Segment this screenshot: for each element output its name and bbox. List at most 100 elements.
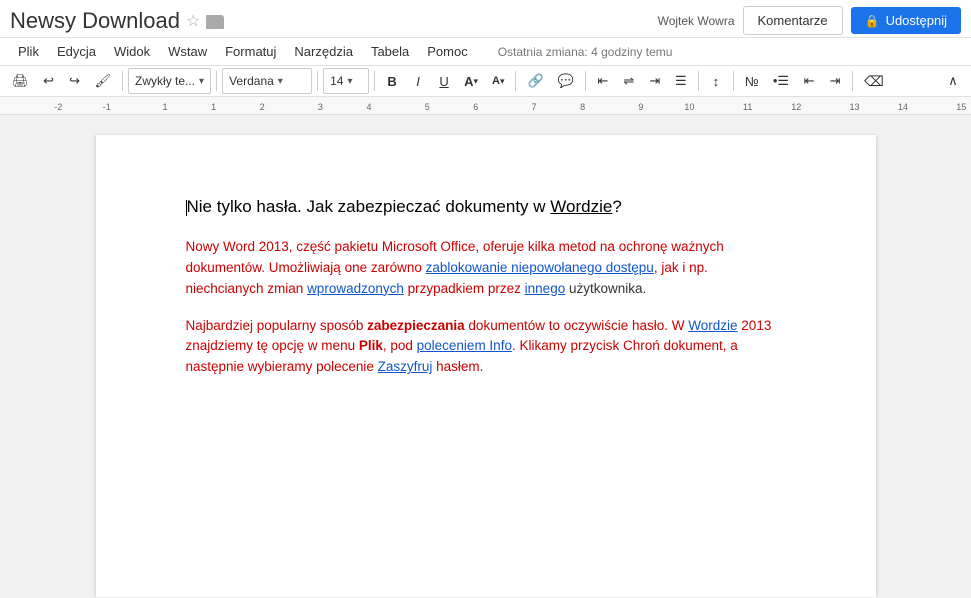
- share-button[interactable]: 🔒 Udostępnij: [851, 7, 961, 34]
- link-button[interactable]: 🔗: [521, 68, 549, 94]
- ruler-mark: -1: [103, 102, 111, 112]
- separator-1: [122, 71, 123, 91]
- separator-7: [698, 71, 699, 91]
- separator-3: [317, 71, 318, 91]
- comment-button[interactable]: 💬: [552, 68, 580, 94]
- para2-link-zaszyfruj[interactable]: Zaszyfruj: [378, 359, 433, 374]
- menu-formatuj[interactable]: Formatuj: [217, 40, 284, 63]
- highlight-button[interactable]: A ▾: [486, 68, 510, 94]
- menu-narzedzia[interactable]: Narzędzia: [286, 40, 361, 63]
- font-label: Verdana: [229, 74, 274, 88]
- align-left-button[interactable]: ⇤: [591, 68, 615, 94]
- ruler-mark: -2: [54, 102, 62, 112]
- bullet-list-button[interactable]: •☰: [767, 68, 795, 94]
- last-saved-status: Ostatnia zmiana: 4 godziny temu: [498, 45, 673, 59]
- para2-link-wordzie[interactable]: Wordzie: [688, 318, 737, 333]
- separator-9: [852, 71, 853, 91]
- ruler-mark: 11: [743, 102, 752, 112]
- ruler-mark: 2: [260, 102, 265, 112]
- ruler-mark: 5: [425, 102, 430, 112]
- highlight-dropdown-arrow: ▾: [500, 76, 505, 87]
- paragraph-2: Najbardziej popularny sposób zabezpiecza…: [186, 316, 786, 379]
- toolbar-collapse-button[interactable]: ∧: [941, 68, 965, 94]
- ruler: -2 -1 1 1 2 3 4 5 6 7 8 9 10 11 12 13 14…: [0, 97, 971, 115]
- text-color-icon: A: [464, 74, 473, 89]
- ruler-mark: 13: [849, 102, 859, 112]
- toolbar: 🖨 ↩ ↪ 🖌 Zwykły te... ▾ Verdana ▾ 14 ▾ B …: [0, 66, 971, 97]
- comments-button[interactable]: Komentarze: [743, 6, 843, 35]
- numbered-list-button[interactable]: №: [739, 68, 765, 94]
- text-cursor: [186, 200, 187, 216]
- document-page[interactable]: Nie tylko hasła. Jak zabezpieczać dokume…: [96, 135, 876, 597]
- para2-bold-zabezpieczania: zabezpieczania: [367, 318, 465, 333]
- ruler-mark: 12: [791, 102, 801, 112]
- line-spacing-button[interactable]: ↕: [704, 68, 728, 94]
- justify-button[interactable]: ☰: [669, 68, 693, 94]
- menu-tabela[interactable]: Tabela: [363, 40, 417, 63]
- print-button[interactable]: 🖨: [6, 68, 35, 94]
- ruler-mark: 14: [898, 102, 908, 112]
- paragraph-1: Nowy Word 2013, część pakietu Microsoft …: [186, 237, 786, 300]
- document-heading: Nie tylko hasła. Jak zabezpieczać dokume…: [186, 195, 786, 219]
- ruler-mark: 6: [473, 102, 478, 112]
- style-dropdown[interactable]: Zwykły te... ▾: [128, 68, 211, 94]
- text-color-button[interactable]: A ▾: [458, 68, 484, 94]
- undo-button[interactable]: ↩: [37, 68, 61, 94]
- bold-button[interactable]: B: [380, 68, 404, 94]
- menu-wstaw[interactable]: Wstaw: [160, 40, 215, 63]
- italic-button[interactable]: I: [406, 68, 430, 94]
- menu-plik[interactable]: Plik: [10, 40, 47, 63]
- increase-indent-button[interactable]: ⇥: [823, 68, 847, 94]
- ruler-mark: 1: [211, 102, 216, 112]
- para1-link-zablokowanie[interactable]: zablokowanie niepowołanego dostępu: [426, 260, 654, 275]
- separator-6: [585, 71, 586, 91]
- para1-link-innego[interactable]: innego: [525, 281, 566, 296]
- ruler-mark: 1: [163, 102, 168, 112]
- ruler-mark: 3: [318, 102, 323, 112]
- ruler-mark: 4: [366, 102, 371, 112]
- fontsize-dropdown-arrow: ▾: [347, 76, 352, 87]
- para2-red-start: Najbardziej popularny sposób zabezpiecza…: [186, 318, 772, 375]
- font-dropdown[interactable]: Verdana ▾: [222, 68, 312, 94]
- user-name: Wojtek Wowra: [658, 14, 735, 28]
- menu-bar: Plik Edycja Widok Wstaw Formatuj Narzędz…: [0, 38, 971, 66]
- text-color-dropdown-arrow: ▾: [473, 76, 478, 87]
- star-icon[interactable]: ☆: [186, 11, 200, 31]
- clear-formatting-button[interactable]: ⌫: [858, 68, 890, 94]
- ruler-mark: 9: [638, 102, 643, 112]
- redo-button[interactable]: ↪: [63, 68, 87, 94]
- menu-edycja[interactable]: Edycja: [49, 40, 104, 63]
- align-center-button[interactable]: ⇌: [617, 68, 641, 94]
- paint-format-button[interactable]: 🖌: [89, 68, 118, 94]
- highlight-icon: A: [492, 75, 500, 87]
- document-title: Newsy Download: [10, 8, 180, 34]
- heading-wordzie: Wordzie: [550, 197, 612, 216]
- separator-4: [374, 71, 375, 91]
- ruler-inner: -2 -1 1 1 2 3 4 5 6 7 8 9 10 11 12 13 14…: [0, 97, 971, 114]
- separator-8: [733, 71, 734, 91]
- para2-bold-plik: Plik: [359, 338, 383, 353]
- underline-button[interactable]: U: [432, 68, 456, 94]
- align-right-button[interactable]: ⇥: [643, 68, 667, 94]
- top-right-actions: Wojtek Wowra Komentarze 🔒 Udostępnij: [658, 6, 961, 35]
- lock-icon: 🔒: [865, 14, 880, 28]
- font-dropdown-arrow: ▾: [278, 76, 283, 87]
- ruler-mark: 7: [532, 102, 537, 112]
- top-bar: Newsy Download ☆ Wojtek Wowra Komentarze…: [0, 0, 971, 38]
- folder-icon[interactable]: [206, 15, 224, 29]
- menu-widok[interactable]: Widok: [106, 40, 158, 63]
- fontsize-label: 14: [330, 74, 343, 88]
- ruler-mark: 10: [684, 102, 694, 112]
- share-button-label: Udostępnij: [886, 13, 947, 28]
- para2-link-poleceniem[interactable]: poleceniem Info: [417, 338, 512, 353]
- fontsize-dropdown[interactable]: 14 ▾: [323, 68, 369, 94]
- menu-pomoc[interactable]: Pomoc: [419, 40, 475, 63]
- separator-5: [515, 71, 516, 91]
- style-dropdown-arrow: ▾: [199, 76, 204, 87]
- document-area[interactable]: Nie tylko hasła. Jak zabezpieczać dokume…: [0, 115, 971, 597]
- para1-link-wprowadzonych[interactable]: wprowadzonych: [307, 281, 404, 296]
- separator-2: [216, 71, 217, 91]
- para1-red-start: Nowy Word 2013, część pakietu Microsoft …: [186, 239, 724, 296]
- decrease-indent-button[interactable]: ⇤: [797, 68, 821, 94]
- ruler-mark: 15: [956, 102, 966, 112]
